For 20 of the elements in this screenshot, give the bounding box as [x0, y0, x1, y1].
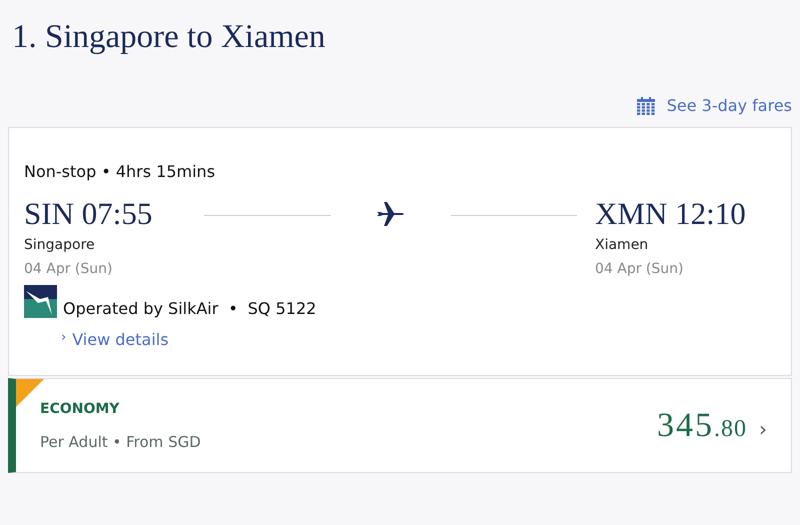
airplane-icon: [376, 201, 406, 227]
fare-price: 345.80 ›: [657, 406, 769, 444]
arrival-city: Xiamen: [595, 237, 650, 253]
airline-logo-icon: [24, 285, 57, 318]
arrival-date: 04 Apr (Sun): [595, 261, 684, 277]
see-fares-link[interactable]: See 3-day fares: [636, 96, 792, 115]
flight-number: SQ 5122: [248, 299, 316, 318]
page-title: 1. Singapore to Xiamen: [12, 18, 326, 57]
separator-dot: •: [228, 299, 238, 318]
departure-city: Singapore: [24, 237, 96, 253]
departure-time: SIN 07:55: [24, 195, 154, 233]
departure-date: 04 Apr (Sun): [24, 261, 114, 277]
fare-option[interactable]: ECONOMY Per Adult • From SGD 345.80 ›: [8, 378, 792, 473]
view-details-link[interactable]: › View details: [61, 330, 169, 349]
calendar-icon: [636, 96, 655, 114]
arrival-time: XMN 12:10: [595, 195, 747, 233]
cabin-class: ECONOMY: [40, 400, 120, 416]
fare-basis: Per Adult • From SGD: [40, 432, 201, 450]
operator-text: Operated by SilkAir: [63, 299, 218, 318]
flight-summary: Non-stop • 4hrs 15mins: [24, 162, 216, 181]
